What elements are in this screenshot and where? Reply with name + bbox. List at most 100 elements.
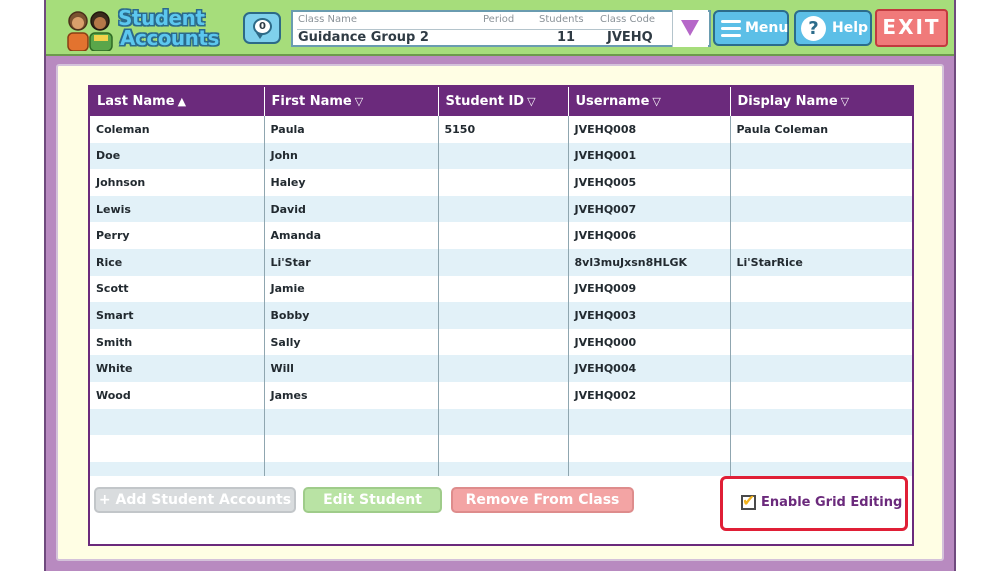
- cell-display-name[interactable]: [730, 169, 912, 196]
- cell-student-id[interactable]: 5150: [438, 116, 569, 143]
- table-row[interactable]: [90, 408, 912, 436]
- edit-student-button[interactable]: Edit Student: [303, 487, 442, 513]
- cell-username[interactable]: [568, 435, 731, 462]
- add-student-accounts-button[interactable]: + Add Student Accounts: [94, 487, 296, 513]
- cell-student-id[interactable]: [438, 222, 569, 249]
- table-row[interactable]: Doe John JVEHQ001: [90, 142, 912, 170]
- cell-first-name[interactable]: Haley: [264, 169, 439, 196]
- cell-first-name[interactable]: Sally: [264, 328, 439, 356]
- cell-student-id[interactable]: [438, 408, 569, 436]
- cell-student-id[interactable]: [438, 381, 569, 409]
- cell-display-name[interactable]: [730, 435, 912, 462]
- cell-username[interactable]: 8vl3muJxsn8HLGK: [568, 248, 731, 276]
- cell-display-name[interactable]: [730, 355, 912, 382]
- table-row[interactable]: Wood James JVEHQ002: [90, 381, 912, 409]
- cell-student-id[interactable]: [438, 435, 569, 462]
- cell-username[interactable]: JVEHQ005: [568, 169, 731, 196]
- cell-username[interactable]: [568, 408, 731, 436]
- table-row[interactable]: Lewis David JVEHQ007: [90, 195, 912, 223]
- column-header-username[interactable]: Username ▽: [568, 87, 731, 116]
- cell-first-name[interactable]: Li'Star: [264, 248, 439, 276]
- cell-last-name[interactable]: Smart: [90, 302, 265, 329]
- cell-first-name[interactable]: Paula: [264, 116, 439, 143]
- cell-last-name[interactable]: [90, 435, 265, 462]
- cell-last-name[interactable]: Perry: [90, 222, 265, 249]
- cell-display-name[interactable]: Li'StarRice: [730, 248, 912, 276]
- cell-first-name[interactable]: Will: [264, 355, 439, 382]
- cell-username[interactable]: JVEHQ009: [568, 275, 731, 303]
- cell-last-name[interactable]: Johnson: [90, 169, 265, 196]
- cell-display-name[interactable]: [730, 222, 912, 249]
- column-header-student-id[interactable]: Student ID ▽: [438, 87, 569, 116]
- cell-student-id[interactable]: [438, 195, 569, 223]
- cell-display-name[interactable]: [730, 408, 912, 436]
- help-button[interactable]: ? Help: [794, 10, 872, 46]
- table-row[interactable]: Coleman Paula 5150 JVEHQ008 Paula Coleman: [90, 116, 912, 143]
- remove-from-class-button[interactable]: Remove From Class: [451, 487, 634, 513]
- cell-last-name[interactable]: White: [90, 355, 265, 382]
- cell-display-name[interactable]: Paula Coleman: [730, 116, 912, 143]
- class-selector[interactable]: Class Name Period Students Class Code Gu…: [291, 10, 711, 47]
- cell-display-name[interactable]: [730, 195, 912, 223]
- cell-display-name[interactable]: [730, 328, 912, 356]
- cell-student-id[interactable]: [438, 248, 569, 276]
- cell-display-name[interactable]: [730, 275, 912, 303]
- column-header-last-name[interactable]: Last Name ▲: [90, 87, 265, 116]
- table-row[interactable]: Rice Li'Star 8vl3muJxsn8HLGK Li'StarRice: [90, 248, 912, 276]
- messages-button[interactable]: 0: [243, 12, 281, 44]
- cell-last-name[interactable]: Smith: [90, 328, 265, 356]
- cell-first-name[interactable]: [264, 408, 439, 436]
- cell-last-name[interactable]: Rice: [90, 248, 265, 276]
- cell-student-id[interactable]: [438, 302, 569, 329]
- cell-last-name[interactable]: Wood: [90, 381, 265, 409]
- class-dropdown-button[interactable]: [672, 10, 708, 47]
- cell-username[interactable]: JVEHQ000: [568, 328, 731, 356]
- cell-first-name[interactable]: John: [264, 142, 439, 170]
- cell-display-name[interactable]: [730, 381, 912, 409]
- menu-button[interactable]: Menu: [713, 10, 789, 46]
- cell-username[interactable]: JVEHQ008: [568, 116, 731, 143]
- table-body: Coleman Paula 5150 JVEHQ008 Paula Coleman Doe…: [90, 116, 912, 489]
- cell-student-id[interactable]: [438, 169, 569, 196]
- enable-grid-editing-toggle[interactable]: ✔ Enable Grid Editing: [720, 476, 908, 531]
- cell-last-name[interactable]: [90, 408, 265, 436]
- enable-grid-checkbox[interactable]: ✔: [741, 491, 756, 510]
- cell-username[interactable]: JVEHQ004: [568, 355, 731, 382]
- table-row[interactable]: Johnson Haley JVEHQ005: [90, 169, 912, 196]
- cell-first-name[interactable]: Bobby: [264, 302, 439, 329]
- cell-username[interactable]: JVEHQ007: [568, 195, 731, 223]
- cell-last-name[interactable]: Coleman: [90, 116, 265, 143]
- cell-student-id[interactable]: [438, 142, 569, 170]
- cell-first-name[interactable]: David: [264, 195, 439, 223]
- cell-display-name[interactable]: [730, 142, 912, 170]
- cell-first-name[interactable]: Amanda: [264, 222, 439, 249]
- cell-last-name[interactable]: Scott: [90, 275, 265, 303]
- table-row[interactable]: Smart Bobby JVEHQ003: [90, 302, 912, 329]
- cell-student-id[interactable]: [438, 328, 569, 356]
- cell-first-name[interactable]: [264, 435, 439, 462]
- cell-student-id[interactable]: [438, 355, 569, 382]
- speech-bubble-icon: [256, 33, 264, 39]
- cell-username[interactable]: JVEHQ006: [568, 222, 731, 249]
- exit-button[interactable]: EXIT: [875, 9, 948, 47]
- table-row[interactable]: Smith Sally JVEHQ000: [90, 328, 912, 356]
- cell-last-name[interactable]: Doe: [90, 142, 265, 170]
- cell-username[interactable]: JVEHQ003: [568, 302, 731, 329]
- cell-username[interactable]: JVEHQ002: [568, 381, 731, 409]
- table-row[interactable]: Scott Jamie JVEHQ009: [90, 275, 912, 303]
- sort-icon: ▽: [354, 95, 364, 108]
- table-row[interactable]: White Will JVEHQ004: [90, 355, 912, 382]
- cell-student-id[interactable]: [438, 275, 569, 303]
- cell-first-name[interactable]: Jamie: [264, 275, 439, 303]
- cell-first-name[interactable]: James: [264, 381, 439, 409]
- enable-grid-label: Enable Grid Editing: [761, 495, 903, 510]
- cell-display-name[interactable]: [730, 302, 912, 329]
- column-header-first-name[interactable]: First Name ▽: [264, 87, 439, 116]
- column-header-display-name[interactable]: Display Name ▽: [730, 87, 912, 116]
- students-logo-icon: [67, 11, 113, 51]
- app-window: Student Accounts 0 Class Name Period Stu…: [44, 0, 956, 571]
- cell-username[interactable]: JVEHQ001: [568, 142, 731, 170]
- table-row[interactable]: [90, 435, 912, 462]
- cell-last-name[interactable]: Lewis: [90, 195, 265, 223]
- table-row[interactable]: Perry Amanda JVEHQ006: [90, 222, 912, 249]
